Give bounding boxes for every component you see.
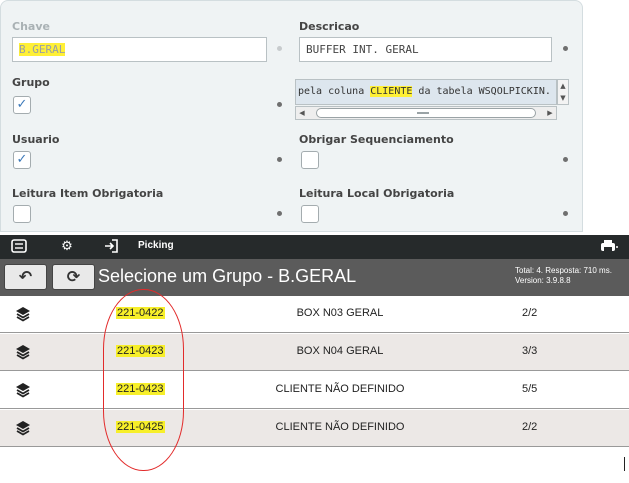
obrigar-sequenciamento-indicator-icon bbox=[563, 157, 568, 162]
obrigar-sequenciamento-checkbox[interactable] bbox=[301, 151, 319, 169]
chave-value: B.GERAL bbox=[19, 43, 66, 56]
scroll-up-icon[interactable]: ▲ bbox=[558, 80, 568, 92]
group-quantity: 2/2 bbox=[522, 421, 538, 433]
group-selection-title: Selecione um Grupo - B.GERAL bbox=[98, 266, 357, 286]
usuario-label: Usuario bbox=[12, 133, 60, 146]
scroll-down-icon[interactable]: ▼ bbox=[558, 92, 568, 104]
list-item[interactable]: 221-0422 BOX N03 GERAL 2/2 bbox=[0, 296, 629, 333]
undo-icon: ↶ bbox=[18, 267, 33, 286]
response-meta: Total: 4. Resposta: 710 ms. Version: 3.9… bbox=[515, 266, 612, 286]
grupo-label: Grupo bbox=[12, 76, 50, 89]
group-description: CLIENTE NÃO DEFINIDO bbox=[275, 383, 405, 395]
total-response-text: Total: 4. Resposta: 710 ms. bbox=[515, 266, 612, 275]
layers-icon bbox=[16, 383, 30, 398]
toolbar-title: Picking bbox=[138, 240, 174, 251]
group-code: 221-0423 bbox=[116, 383, 165, 395]
list-item[interactable]: 221-0425 CLIENTE NÃO DEFINIDO 2/2 bbox=[0, 410, 629, 447]
menu-icon[interactable] bbox=[10, 238, 28, 256]
group-description: CLIENTE NÃO DEFINIDO bbox=[275, 421, 405, 433]
leitura-local-indicator-icon bbox=[563, 211, 568, 216]
chave-label: Chave bbox=[12, 20, 50, 33]
descricao-field[interactable]: BUFFER INT. GERAL bbox=[299, 37, 552, 62]
leitura-local-checkbox[interactable] bbox=[301, 205, 319, 223]
group-quantity: 2/2 bbox=[522, 307, 538, 319]
gear-icon[interactable]: ⚙ bbox=[58, 238, 76, 256]
group-description: BOX N03 GERAL bbox=[296, 307, 384, 319]
memo-highlight: CLIENTE bbox=[370, 86, 413, 97]
text-cursor bbox=[624, 457, 625, 471]
scroll-left-icon[interactable]: ◀ bbox=[296, 107, 308, 119]
grupo-checkbox[interactable]: ✓ bbox=[13, 96, 31, 114]
refresh-icon: ⟳ bbox=[66, 267, 81, 286]
group-form-panel: Chave B.GERAL Descricao BUFFER INT. GERA… bbox=[0, 0, 583, 232]
grupo-indicator-icon bbox=[277, 102, 282, 107]
descricao-label: Descricao bbox=[299, 20, 360, 33]
group-selection-header: ↶ ⟳ Selecione um Grupo - B.GERAL Total: … bbox=[0, 259, 629, 296]
scroll-thumb[interactable] bbox=[316, 108, 536, 118]
back-button[interactable]: ↶ bbox=[4, 264, 47, 290]
layers-icon bbox=[16, 307, 30, 322]
group-description: BOX N04 GERAL bbox=[296, 345, 384, 357]
usuario-checkbox[interactable]: ✓ bbox=[13, 151, 31, 169]
memo-text[interactable]: pela coluna CLIENTE da tabela WSQOLPICKI… bbox=[295, 79, 557, 105]
printer-icon[interactable] bbox=[598, 238, 620, 256]
leitura-item-checkbox[interactable] bbox=[13, 205, 31, 223]
list-item[interactable]: 221-0423 CLIENTE NÃO DEFINIDO 5/5 bbox=[0, 372, 629, 409]
memo-field[interactable]: pela coluna CLIENTE da tabela WSQOLPICKI… bbox=[295, 79, 569, 123]
logout-icon[interactable] bbox=[102, 238, 120, 256]
memo-vertical-scrollbar[interactable]: ▲ ▼ bbox=[557, 79, 569, 105]
refresh-button[interactable]: ⟳ bbox=[52, 264, 95, 290]
leitura-item-indicator-icon bbox=[277, 211, 282, 216]
leitura-item-label: Leitura Item Obrigatoria bbox=[12, 187, 164, 200]
memo-horizontal-scrollbar[interactable]: ◀ ▶ bbox=[295, 106, 557, 120]
leitura-local-label: Leitura Local Obrigatoria bbox=[299, 187, 455, 200]
group-quantity: 5/5 bbox=[522, 383, 538, 395]
scroll-right-icon[interactable]: ▶ bbox=[544, 107, 556, 119]
chave-indicator-icon bbox=[277, 46, 282, 51]
group-code: 221-0423 bbox=[116, 345, 165, 357]
group-quantity: 3/3 bbox=[522, 345, 538, 357]
group-code: 221-0425 bbox=[116, 421, 165, 433]
layers-icon bbox=[16, 345, 30, 360]
group-code: 221-0422 bbox=[116, 307, 165, 319]
usuario-indicator-icon bbox=[277, 157, 282, 162]
chave-field[interactable]: B.GERAL bbox=[12, 37, 267, 62]
obrigar-sequenciamento-label: Obrigar Sequenciamento bbox=[299, 133, 454, 146]
list-item[interactable]: 221-0423 BOX N04 GERAL 3/3 bbox=[0, 334, 629, 371]
app-toolbar: ⚙ Picking bbox=[0, 235, 629, 259]
layers-icon bbox=[16, 421, 30, 436]
descricao-indicator-icon bbox=[563, 46, 568, 51]
version-text: Version: 3.9.8.8 bbox=[515, 276, 571, 285]
